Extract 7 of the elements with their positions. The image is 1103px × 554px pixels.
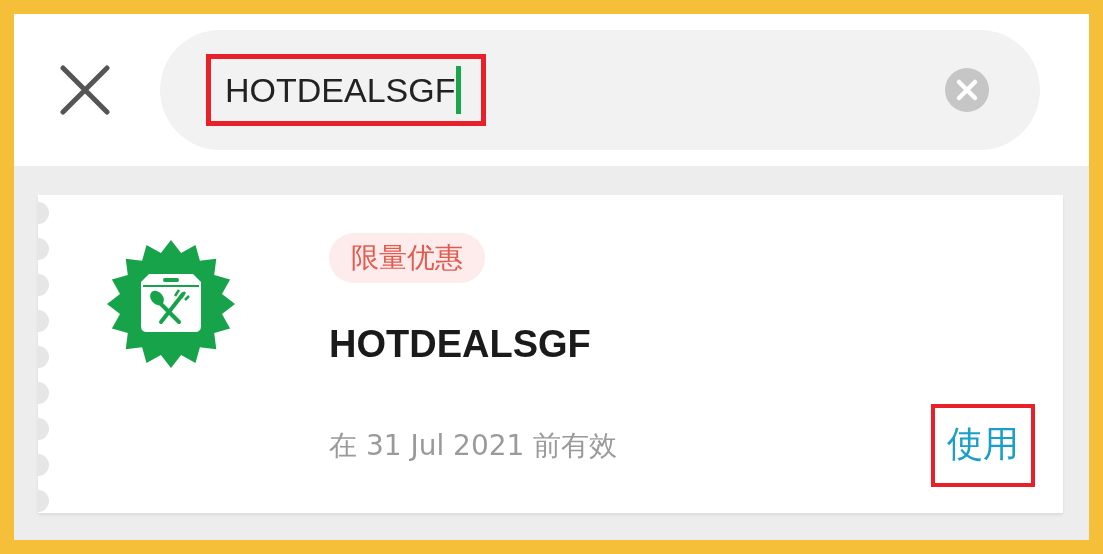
search-text: HOTDEALSGF [206,54,487,126]
close-icon[interactable] [60,65,110,115]
voucher-code: HOTDEALSGF [329,323,591,366]
limited-offer-tag: 限量优惠 [329,233,485,283]
food-box-icon [105,238,237,370]
validity-text: 在 31 Jul 2021 前有效 [329,427,618,464]
search-field[interactable]: HOTDEALSGF [160,30,1040,150]
